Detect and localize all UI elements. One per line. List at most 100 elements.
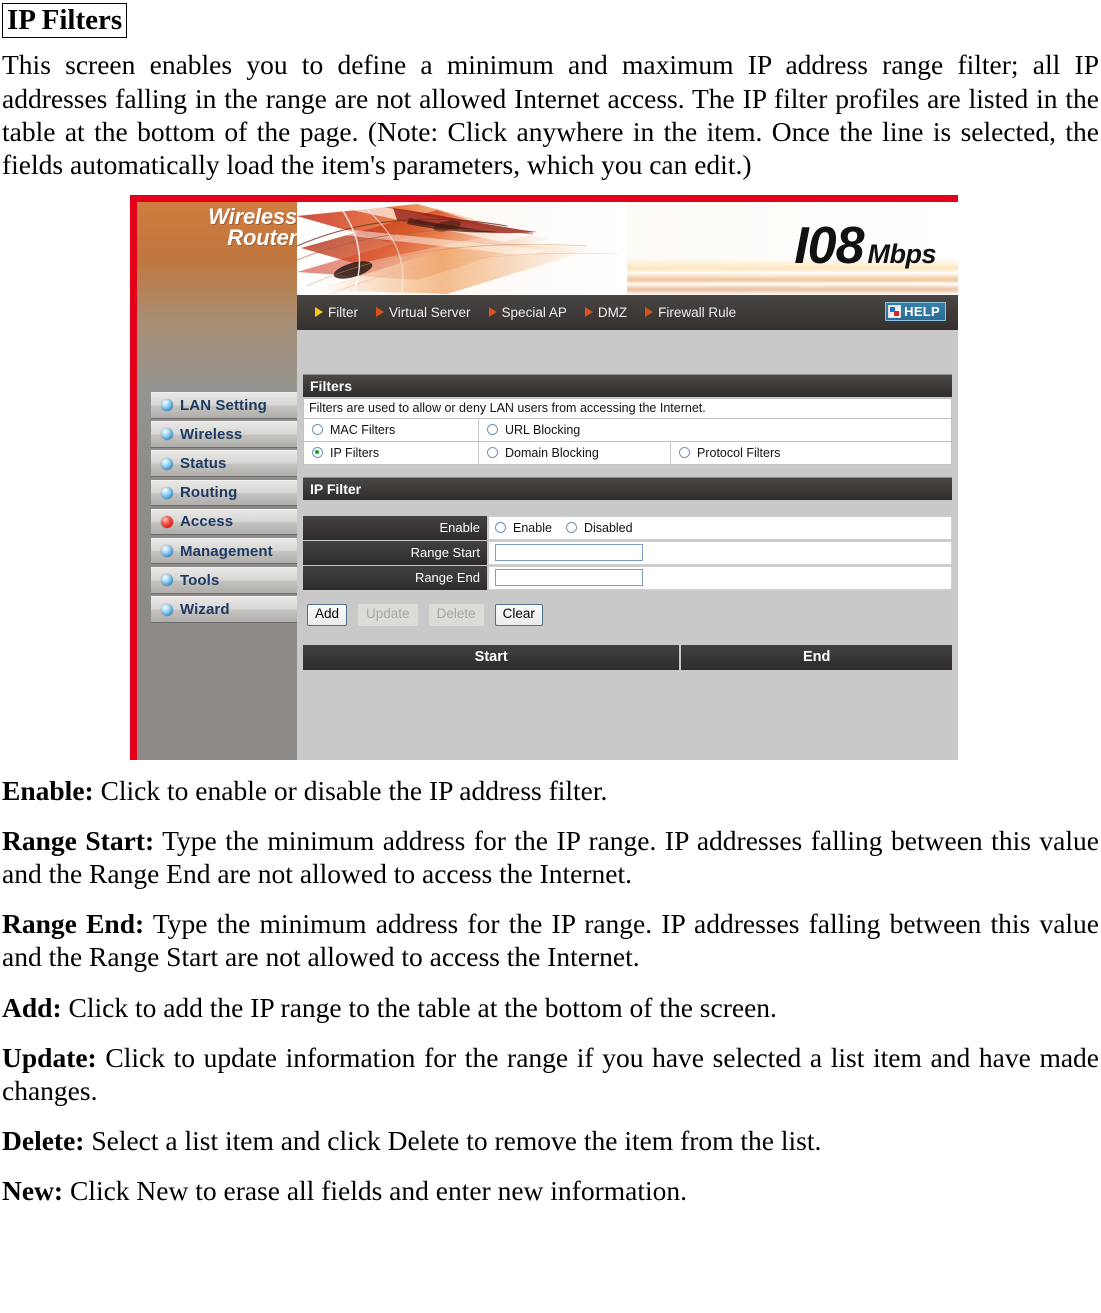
definition-text: Type the minimum address for the IP rang… [2,825,1099,890]
help-button[interactable]: HELP [885,301,946,321]
update-button[interactable]: Update [358,603,418,626]
table-column-end: End [681,644,952,670]
speed-value: I08 [794,216,864,275]
definition-term: Add: [2,991,62,1023]
radio-option-ip-filters[interactable]: IP Filters [304,441,479,464]
intro-paragraph: This screen enables you to define a mini… [2,49,1099,180]
radio-label: IP Filters [330,445,380,460]
left-red-stripe [130,194,137,760]
enable-radio-group: Enable Disabled [495,521,647,535]
sidebar-item-status[interactable]: Status [151,450,299,477]
clear-button[interactable]: Clear [494,603,543,626]
content-area: Filters Filters are used to allow or den… [297,329,958,692]
document-body: IP Filters This screen enables you to de… [0,0,1101,1224]
nav-item-filter[interactable]: Filter [315,305,358,320]
bullet-icon [161,486,173,499]
action-button-row: Add Update Delete Clear [303,590,952,636]
definition-term: Delete: [2,1124,85,1156]
sidebar-item-label: Status [180,455,227,473]
definition-enable: Enable: Click to enable or disable the I… [2,774,1099,807]
bullet-icon [161,457,173,470]
radio-selected-icon[interactable] [312,447,323,459]
radio-option-domain-blocking[interactable]: Domain Blocking [479,441,671,464]
radio-label: Domain Blocking [505,445,599,460]
radio-enable-label: Enable [513,520,552,535]
enable-field-value: Enable Disabled [489,515,952,540]
page-title: IP Filters [2,3,128,39]
brand-logo: Wireless Router [145,205,303,251]
header-banner: I08 Mbps [297,201,958,295]
radio-disabled-icon[interactable] [565,522,577,534]
radio-option-protocol-filters[interactable]: Protocol Filters [671,442,951,464]
radio-icon[interactable] [487,424,498,436]
radio-icon[interactable] [679,447,690,459]
sidebar-item-tools[interactable]: Tools [151,567,299,594]
sidebar-menu: LAN Setting Wireless Status Routing Acce… [151,391,299,626]
bullet-icon [161,603,173,616]
radio-enable-icon[interactable] [495,522,506,534]
range-end-field-label: Range End [303,565,489,590]
sidebar-item-label: Management [180,542,273,560]
nav-item-label: Virtual Server [389,304,471,320]
sidebar-item-wireless[interactable]: Wireless [151,421,299,448]
range-start-field-label: Range Start [303,540,489,565]
filter-options-row-2: IP Filters Domain Blocking Protocol Filt… [303,441,952,465]
sidebar-panel: Wireless Router LAN Setting Wireless Sta… [137,201,299,760]
radio-icon[interactable] [487,447,498,459]
definition-text: Type the minimum address for the IP rang… [2,908,1099,973]
filter-table-body[interactable] [303,669,952,692]
definition-range-start: Range Start: Type the minimum address fo… [2,824,1099,890]
delete-button[interactable]: Delete [428,603,484,626]
sidebar-item-label: Routing [180,484,238,502]
definition-new: New: Click New to erase all fields and e… [2,1174,1099,1207]
help-icon [888,304,902,318]
ip-filter-section-heading: IP Filter [303,476,952,500]
sidebar-item-wizard[interactable]: Wizard [151,596,299,623]
sidebar-item-lan-setting[interactable]: LAN Setting [151,391,299,419]
filter-options-row-1: MAC Filters URL Blocking [303,418,952,442]
nav-item-virtual-server[interactable]: Virtual Server [376,305,471,320]
sidebar-item-routing[interactable]: Routing [151,479,299,507]
bullet-icon [161,399,173,412]
abstract-graphic [297,201,627,295]
ip-filter-spacer [297,499,958,516]
definition-update: Update: Click to update information for … [2,1041,1099,1107]
radio-option-url-blocking[interactable]: URL Blocking [479,419,951,441]
sidebar-item-label: LAN Setting [180,396,267,414]
range-start-row: Range Start [303,540,952,566]
nav-item-special-ap[interactable]: Special AP [488,304,567,320]
nav-item-firewall-rule[interactable]: Firewall Rule [645,305,736,320]
radio-option-mac-filters[interactable]: MAC Filters [304,418,479,441]
enable-field-label: Enable [303,515,489,540]
top-red-bar [130,194,958,202]
bullet-icon [161,428,173,441]
nav-item-label: Special AP [501,304,567,320]
definition-text: Click New to erase all fields and enter … [63,1175,687,1207]
sidebar-item-label: Access [180,513,234,531]
definition-term: Update: [2,1041,97,1073]
sidebar-item-label: Wireless [180,425,243,443]
top-navigation-bar: Filter Virtual Server Special AP DMZ Fir… [297,294,958,336]
definition-range-end: Range End: Type the minimum address for … [2,907,1099,973]
radio-icon[interactable] [312,424,323,436]
range-end-input[interactable] [495,569,643,587]
definition-text: Click to enable or disable the IP addres… [93,774,608,806]
nav-item-dmz[interactable]: DMZ [584,304,628,320]
definition-term: New: [2,1175,64,1207]
arrow-right-icon [488,307,497,318]
banner-artwork-svg [297,201,627,295]
nav-item-label: DMZ [597,304,628,320]
definition-text: Click to add the IP range to the table a… [61,991,777,1023]
range-start-input[interactable] [495,544,643,562]
add-button[interactable]: Add [307,603,348,626]
sidebar-item-management[interactable]: Management [151,537,299,565]
sidebar-item-access[interactable]: Access [151,508,299,536]
sidebar-item-label: Tools [180,571,220,589]
definition-add: Add: Click to add the IP range to the ta… [2,991,1099,1024]
arrow-right-icon [315,307,323,318]
main-panel: I08 Mbps Filter Virtual Server Special AP [297,201,958,760]
arrow-right-icon [584,307,593,318]
definition-delete: Delete: Select a list item and click Del… [2,1124,1099,1157]
brand-line-2: Router [227,225,297,251]
